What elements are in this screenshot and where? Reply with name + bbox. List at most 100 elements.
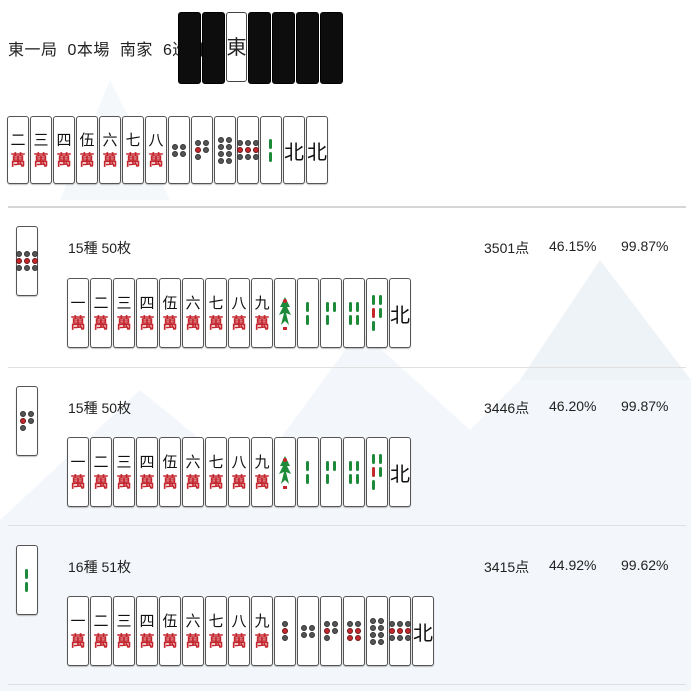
circle-dot bbox=[179, 143, 186, 150]
tile-number: 伍 bbox=[162, 452, 178, 471]
circle-dots-icon bbox=[217, 136, 233, 164]
mahjong-tile: 六萬 bbox=[182, 596, 204, 666]
circle-dot bbox=[331, 621, 338, 627]
circle-dot bbox=[300, 631, 307, 638]
circle-dot bbox=[252, 154, 259, 160]
bamboo-stick bbox=[371, 480, 375, 490]
mahjong-tile bbox=[297, 437, 319, 507]
bamboo-stick bbox=[25, 581, 28, 592]
circle-dots-icon bbox=[323, 621, 339, 641]
dora-tile: 東 bbox=[226, 12, 247, 82]
bamboo-stick bbox=[378, 308, 382, 318]
circle-dot bbox=[15, 251, 22, 257]
circle-dot bbox=[369, 624, 376, 631]
mahjong-tile: 四萬 bbox=[136, 437, 158, 507]
circle-dot bbox=[396, 635, 403, 641]
tile-number: 三 bbox=[116, 611, 132, 630]
circle-dot bbox=[244, 147, 251, 153]
expected-points: 3446点 bbox=[484, 400, 530, 416]
man-character: 萬 bbox=[116, 313, 132, 332]
tile-number: 八 bbox=[231, 293, 247, 312]
circle-dot bbox=[388, 635, 395, 641]
effective-tiles: 一萬二萬三萬四萬伍萬六萬七萬八萬九萬北 bbox=[67, 278, 411, 348]
mahjong-tile: 伍萬 bbox=[76, 116, 98, 184]
tile-number: 伍 bbox=[162, 611, 178, 630]
man-character: 萬 bbox=[139, 631, 155, 650]
mahjong-tile bbox=[274, 596, 296, 666]
mahjong-tile: 二萬 bbox=[90, 437, 112, 507]
man-character: 萬 bbox=[231, 472, 247, 491]
tile-number: 六 bbox=[185, 611, 201, 630]
bamboo-stick bbox=[355, 301, 359, 312]
mahjong-tile bbox=[388, 596, 411, 666]
man-character: 萬 bbox=[70, 631, 86, 650]
circle-dots-icon bbox=[281, 621, 289, 641]
circle-dots-icon bbox=[171, 143, 187, 157]
discard-tile-option-3[interactable] bbox=[16, 545, 38, 615]
discard-tile-option-1[interactable] bbox=[15, 226, 39, 296]
seat-label: 南家 bbox=[119, 42, 153, 59]
mahjong-tile bbox=[274, 278, 296, 348]
tile-number: 六 bbox=[185, 452, 201, 471]
bamboo-stick bbox=[332, 460, 336, 471]
circle-dot bbox=[244, 154, 251, 160]
tile-number: 三 bbox=[116, 452, 132, 471]
mahjong-tile bbox=[274, 437, 296, 507]
tile-number: 二 bbox=[10, 130, 26, 149]
mahjong-tile bbox=[366, 437, 388, 507]
player-hand: 二萬三萬四萬伍萬六萬七萬八萬北北 bbox=[7, 116, 328, 184]
circle-dot bbox=[281, 621, 288, 627]
tile-number: 伍 bbox=[79, 130, 95, 149]
bamboo-sticks-icon bbox=[348, 301, 360, 325]
circle-dot bbox=[404, 621, 411, 627]
mahjong-tile: 二萬 bbox=[7, 116, 29, 184]
mahjong-tile: 二萬 bbox=[90, 278, 112, 348]
tile-number: 三 bbox=[116, 293, 132, 312]
bamboo-sticks-icon bbox=[306, 301, 310, 325]
bamboo-sticks-icon bbox=[371, 295, 383, 331]
bamboo-sticks-icon bbox=[371, 454, 383, 490]
tile-back bbox=[202, 12, 225, 84]
bamboo-stick bbox=[269, 151, 272, 162]
tile-number: 二 bbox=[93, 293, 109, 312]
circle-dot bbox=[404, 635, 411, 641]
circle-dot bbox=[23, 265, 30, 271]
tile-number: 七 bbox=[208, 293, 224, 312]
tile-number: 七 bbox=[125, 130, 141, 149]
circle-dot bbox=[225, 150, 232, 157]
mahjong-tile: 九萬 bbox=[251, 437, 273, 507]
circle-dots-icon bbox=[19, 411, 35, 431]
mahjong-tile bbox=[343, 596, 365, 666]
circle-dot bbox=[331, 628, 338, 634]
mahjong-tile: 北 bbox=[389, 437, 411, 507]
bird-icon bbox=[279, 456, 291, 489]
circle-dot bbox=[323, 635, 330, 641]
mahjong-tile: 北 bbox=[389, 278, 411, 348]
circle-dot bbox=[323, 628, 330, 634]
round-label: 東一局 bbox=[8, 42, 58, 59]
wait-count: 16種 51枚 bbox=[68, 559, 132, 575]
man-character: 萬 bbox=[116, 472, 132, 491]
circle-dot bbox=[236, 140, 243, 146]
bamboo-stick bbox=[371, 467, 375, 477]
man-character: 萬 bbox=[254, 313, 270, 332]
bamboo-stick bbox=[378, 467, 382, 477]
tile-number: 八 bbox=[231, 611, 247, 630]
bamboo-stick bbox=[25, 568, 28, 579]
man-character: 萬 bbox=[148, 150, 164, 169]
wind-character: 北 bbox=[413, 620, 433, 645]
circle-dots-icon bbox=[15, 251, 39, 271]
man-character: 萬 bbox=[139, 313, 155, 332]
mahjong-tile: 北 bbox=[306, 116, 328, 184]
tile-number: 四 bbox=[139, 293, 155, 312]
bamboo-sticks-icon bbox=[306, 460, 310, 484]
man-character: 萬 bbox=[208, 631, 224, 650]
mahjong-tile: 七萬 bbox=[205, 596, 227, 666]
circle-dot bbox=[377, 617, 384, 624]
circle-dot bbox=[202, 140, 209, 146]
mahjong-tile: 八萬 bbox=[228, 596, 250, 666]
discard-tile-option-2[interactable] bbox=[16, 386, 38, 456]
man-character: 萬 bbox=[125, 150, 141, 169]
bamboo-stick bbox=[371, 308, 375, 318]
circle-dot bbox=[346, 628, 353, 634]
